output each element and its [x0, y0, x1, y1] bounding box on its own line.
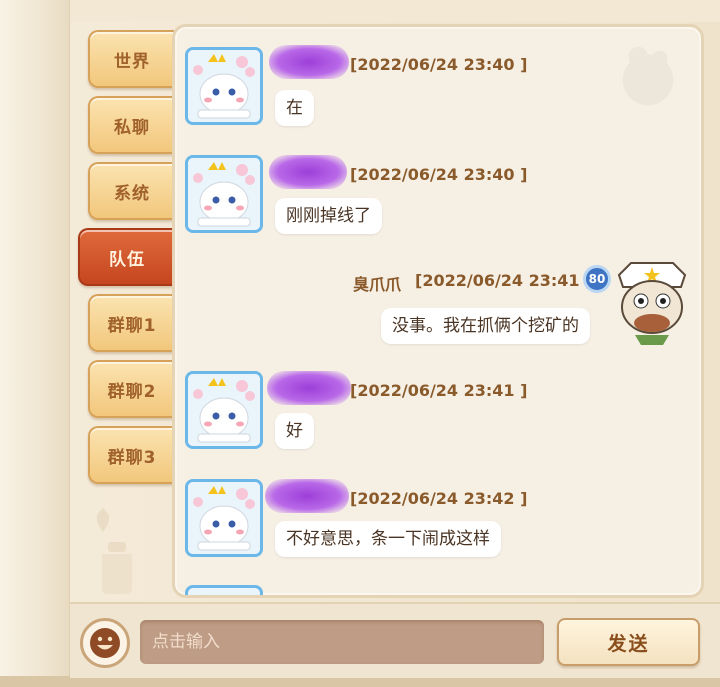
message-bubble: 刚刚掉线了	[275, 198, 382, 234]
tab-private[interactable]: 私聊	[88, 96, 174, 154]
emoji-face-icon	[90, 628, 120, 658]
message-timestamp: [2022/06/24 23:42 ]	[350, 489, 528, 508]
message-timestamp: [2022/06/24 23:40 ]	[350, 55, 528, 74]
message-timestamp: [2022/06/24 23:41 ]	[350, 381, 528, 400]
tab-group-3[interactable]: 群聊3	[88, 426, 174, 484]
message-timestamp: [2022/06/24 23:40 ]	[350, 165, 528, 184]
chat-window: 世界 私聊 系统 队伍 群聊1 群聊2 群聊3 [2022/06/24 23:4…	[0, 0, 720, 687]
chat-input-bar: 发送	[70, 602, 720, 678]
tab-world[interactable]: 世界	[88, 30, 174, 88]
player-avatar-icon[interactable]	[185, 155, 263, 233]
level-badge-icon: 80	[583, 265, 611, 293]
chat-messages-panel[interactable]: [2022/06/24 23:40 ] 在 [2022/06/24 23:40 …	[172, 24, 704, 598]
message-timestamp: [2022/06/24 23:41 ]	[415, 271, 593, 290]
tab-group-1[interactable]: 群聊1	[88, 294, 174, 352]
sender-name-redacted	[269, 45, 349, 79]
jar-decoration-icon	[102, 542, 132, 594]
frame-top	[70, 0, 720, 22]
player-avatar-icon[interactable]	[185, 479, 263, 557]
leaf-decoration-icon	[96, 508, 110, 532]
sender-name-redacted	[267, 371, 351, 405]
tab-team[interactable]: 队伍	[78, 228, 174, 286]
player-avatar-icon[interactable]	[185, 47, 263, 125]
tab-system[interactable]: 系统	[88, 162, 174, 220]
message-bubble: 在	[275, 90, 314, 126]
frame-left-edge	[0, 0, 70, 687]
sender-name-redacted	[265, 479, 349, 513]
mascot-watermark-icon	[622, 46, 674, 106]
player-avatar-icon[interactable]	[185, 371, 263, 449]
self-avatar-icon[interactable]	[611, 257, 693, 349]
message-bubble: 好	[275, 413, 314, 449]
emoji-button[interactable]	[80, 618, 130, 668]
player-avatar-icon[interactable]	[185, 585, 263, 595]
message-bubble-self: 没事。我在抓俩个挖矿的	[381, 308, 590, 344]
self-sender-name: 臭爪爪	[353, 275, 402, 294]
tab-group-2[interactable]: 群聊2	[88, 360, 174, 418]
sender-name-redacted	[269, 155, 347, 189]
send-button[interactable]: 发送	[557, 618, 700, 666]
chat-text-input[interactable]	[140, 620, 544, 664]
message-bubble: 不好意思，条一下闹成这样	[275, 521, 501, 557]
